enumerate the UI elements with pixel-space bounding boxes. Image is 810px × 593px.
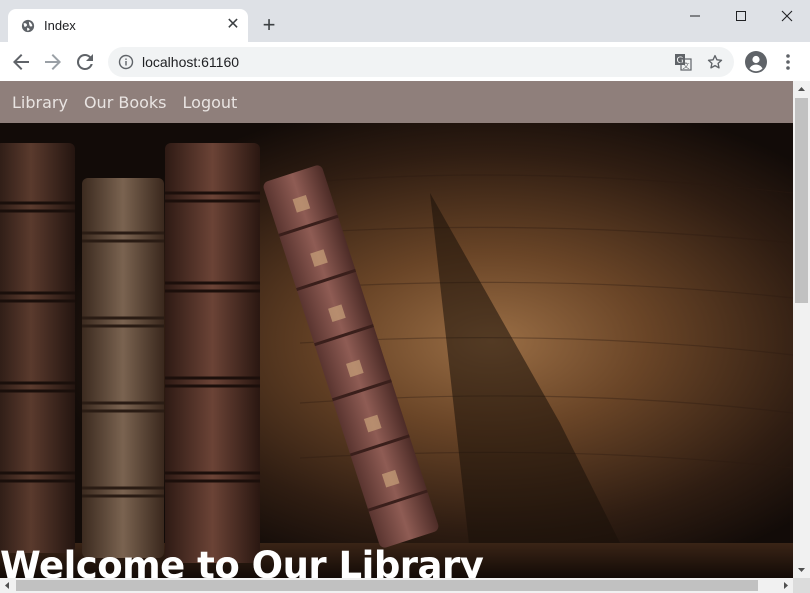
scrollbar-corner: [793, 578, 810, 593]
minimize-icon[interactable]: [672, 0, 718, 32]
scroll-up-icon[interactable]: [793, 81, 810, 98]
url-text[interactable]: localhost:61160: [142, 54, 239, 70]
arrow-right-icon[interactable]: [41, 50, 65, 74]
horizontal-scrollbar[interactable]: [0, 578, 793, 593]
page-viewport: Library Our Books Logout Welcome to Our …: [0, 81, 810, 593]
close-icon[interactable]: ✕: [224, 16, 242, 34]
star-icon[interactable]: [706, 53, 724, 71]
hero-title: Welcome to Our Library: [0, 544, 484, 578]
svg-text:文: 文: [683, 61, 690, 70]
scroll-left-icon[interactable]: [0, 578, 15, 593]
hero-banner: Welcome to Our Library: [0, 123, 793, 578]
tab-strip: Index ✕ +: [0, 0, 810, 42]
address-bar[interactable]: localhost:61160 G 文: [108, 47, 734, 77]
hero-image: [0, 123, 793, 578]
nav-link-library[interactable]: Library: [12, 93, 68, 112]
window-close-icon[interactable]: [764, 0, 810, 32]
globe-icon: [21, 19, 35, 33]
kebab-menu-icon[interactable]: [778, 50, 798, 74]
info-icon[interactable]: [118, 54, 134, 70]
nav-link-logout[interactable]: Logout: [183, 93, 238, 112]
site-navbar: Library Our Books Logout: [0, 81, 793, 123]
horizontal-scroll-thumb[interactable]: [16, 580, 758, 591]
account-icon[interactable]: [744, 50, 768, 74]
browser-tab[interactable]: Index ✕: [8, 9, 248, 42]
vertical-scrollbar[interactable]: [793, 81, 810, 578]
translate-icon[interactable]: G 文: [674, 53, 692, 71]
reload-icon[interactable]: [73, 50, 97, 74]
maximize-icon[interactable]: [718, 0, 764, 32]
vertical-scroll-thumb[interactable]: [795, 98, 808, 303]
scroll-right-icon[interactable]: [778, 578, 793, 593]
scroll-down-icon[interactable]: [793, 561, 810, 578]
browser-toolbar: localhost:61160 G 文: [0, 42, 810, 82]
plus-icon[interactable]: +: [257, 13, 281, 37]
nav-link-our-books[interactable]: Our Books: [84, 93, 167, 112]
tab-title: Index: [44, 18, 76, 33]
arrow-left-icon[interactable]: [9, 50, 33, 74]
